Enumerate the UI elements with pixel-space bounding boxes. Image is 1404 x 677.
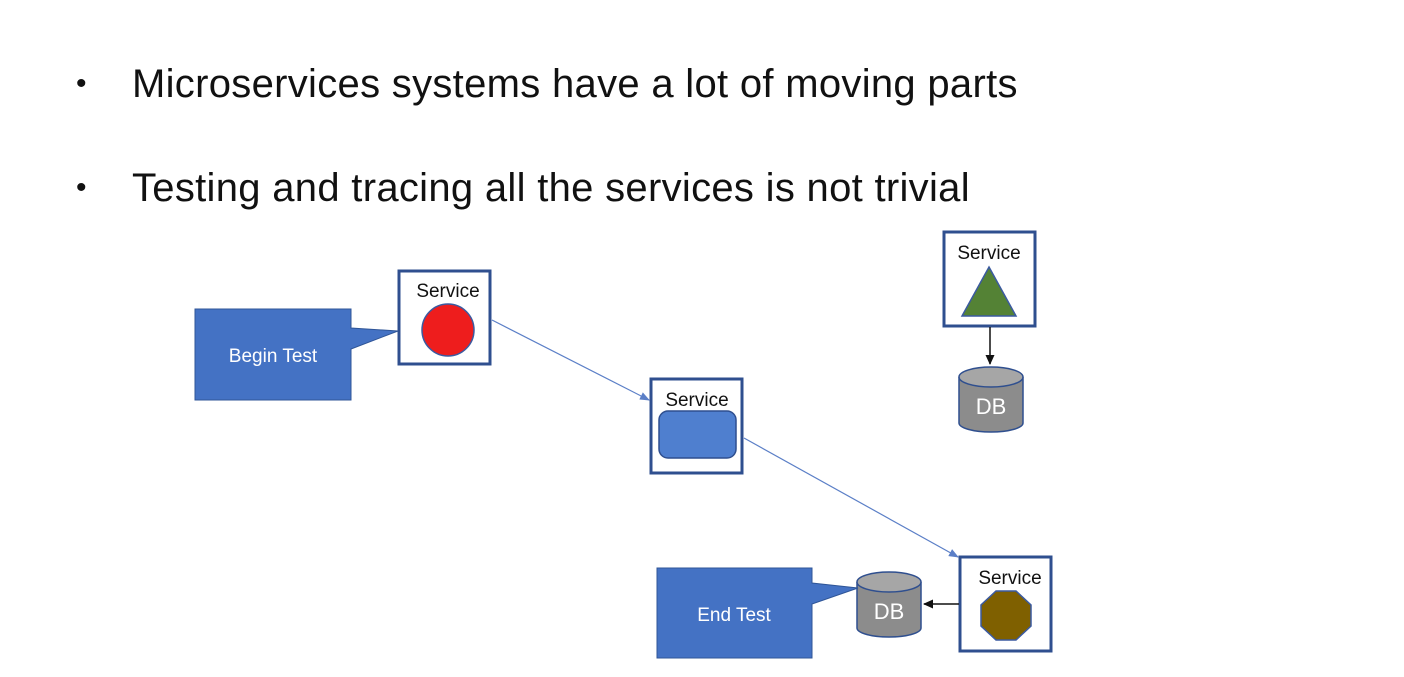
begin-test-label: Begin Test (229, 346, 318, 367)
service-label: Service (416, 281, 479, 302)
database-top: DB (958, 366, 1024, 433)
begin-test-callout: Begin Test (194, 308, 399, 401)
service-label: Service (957, 243, 1020, 264)
database-cylinder-top (856, 571, 922, 593)
flow-arrow-circle-to-rounded (491, 319, 650, 401)
service-box-circle: Service (397, 269, 492, 366)
brown-octagon-icon (980, 590, 1032, 641)
microservices-diagram: Begin Test Service Service Service Servi… (194, 230, 1053, 659)
database-bottom: DB (856, 571, 922, 638)
flow-arrow-rounded-to-octagon (743, 437, 959, 558)
service-label: Service (978, 568, 1041, 589)
service-box-rounded: Service (649, 377, 744, 475)
service-box-triangle: Service (942, 230, 1037, 328)
database-cylinder-top (958, 366, 1024, 388)
end-test-callout: End Test (656, 567, 859, 659)
blue-rounded-rect-icon (658, 410, 737, 459)
service-label: Service (665, 390, 728, 411)
database-label: DB (976, 394, 1007, 419)
service-box-octagon: Service (958, 555, 1053, 653)
database-label: DB (874, 599, 905, 624)
end-test-label: End Test (697, 605, 771, 626)
red-circle-icon (421, 303, 475, 357)
